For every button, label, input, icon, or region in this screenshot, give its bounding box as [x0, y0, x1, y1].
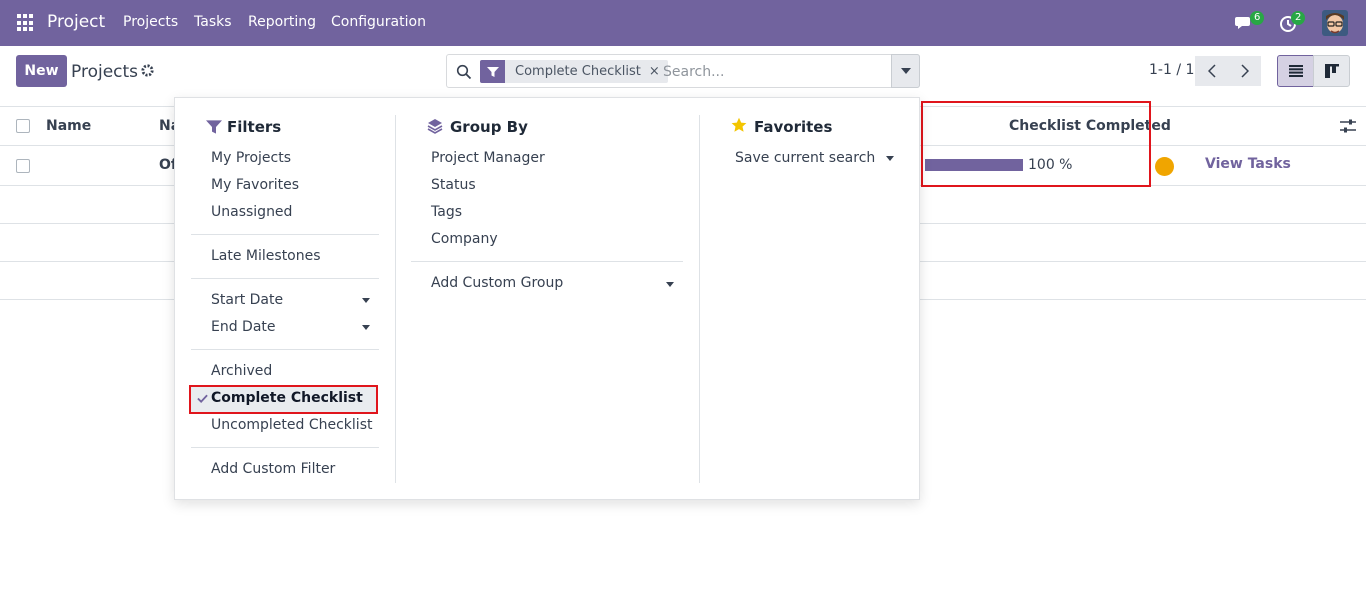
app-brand[interactable]: Project	[47, 12, 105, 32]
add-custom-group[interactable]: Add Custom Group	[431, 275, 563, 291]
activity-badge: 2	[1291, 11, 1306, 25]
filter-late-milestones[interactable]: Late Milestones	[211, 248, 321, 264]
filter-icon	[206, 120, 222, 134]
kanban-view-icon	[1324, 64, 1339, 78]
caret-down-icon[interactable]	[362, 325, 370, 330]
menu-tasks[interactable]: Tasks	[194, 14, 232, 30]
favorites-title: Favorites	[754, 118, 833, 136]
list-view-button[interactable]	[1277, 55, 1314, 87]
search-input[interactable]	[663, 62, 883, 82]
apps-menu-icon[interactable]	[17, 14, 35, 32]
filter-start-date[interactable]: Start Date	[211, 292, 283, 308]
filter-end-date[interactable]: End Date	[211, 319, 276, 335]
filter-my-favorites[interactable]: My Favorites	[211, 177, 299, 193]
filters-title: Filters	[227, 118, 282, 136]
divider	[191, 234, 379, 235]
column-divider	[395, 115, 396, 483]
menu-configuration[interactable]: Configuration	[331, 14, 426, 30]
search-icon	[456, 64, 472, 80]
status-indicator[interactable]	[1155, 157, 1174, 176]
list-view-icon	[1288, 65, 1303, 77]
messages-badge: 6	[1250, 11, 1265, 25]
kanban-view-button[interactable]	[1313, 55, 1350, 87]
group-company[interactable]: Company	[431, 231, 498, 247]
pager-next-button[interactable]	[1228, 56, 1261, 86]
search-options-dropdown: Filters My Projects My Favorites Unassig…	[174, 97, 920, 500]
caret-down-icon[interactable]	[886, 156, 894, 161]
page-title: Projects	[71, 62, 139, 82]
facet-label: Complete Checklist	[515, 64, 641, 79]
optional-columns-icon[interactable]	[1340, 118, 1356, 134]
search-options-toggle[interactable]	[891, 54, 920, 88]
divider	[411, 261, 683, 262]
search-facet: Complete Checklist ×	[480, 60, 668, 83]
pager-previous-button[interactable]	[1195, 56, 1228, 86]
new-button[interactable]: New	[16, 55, 67, 87]
user-avatar[interactable]	[1322, 10, 1348, 36]
caret-down-icon[interactable]	[666, 282, 674, 287]
filter-uncompleted-checklist[interactable]: Uncompleted Checklist	[211, 417, 372, 433]
column-name[interactable]: Name	[46, 118, 91, 134]
selected-filter-highlight	[189, 385, 378, 414]
menu-projects[interactable]: Projects	[123, 14, 178, 30]
top-navbar: Project Projects Tasks Reporting Configu…	[0, 0, 1366, 46]
caret-down-icon	[900, 68, 911, 74]
column-divider	[699, 115, 700, 483]
filter-my-projects[interactable]: My Projects	[211, 150, 291, 166]
chevron-left-icon	[1207, 64, 1216, 78]
divider	[191, 447, 379, 448]
search-bar: Complete Checklist ×	[446, 54, 920, 88]
group-status[interactable]: Status	[431, 177, 476, 193]
star-icon	[731, 117, 747, 132]
menu-reporting[interactable]: Reporting	[248, 14, 316, 30]
group-tags[interactable]: Tags	[431, 204, 462, 220]
divider	[191, 349, 379, 350]
view-tasks-button[interactable]: View Tasks	[1205, 156, 1291, 172]
checklist-column-highlight	[921, 101, 1151, 187]
group-project-manager[interactable]: Project Manager	[431, 150, 545, 166]
add-custom-filter[interactable]: Add Custom Filter	[211, 461, 335, 477]
gear-icon[interactable]	[140, 63, 155, 78]
filter-icon	[480, 60, 505, 83]
caret-down-icon[interactable]	[362, 298, 370, 303]
group-by-title: Group By	[450, 118, 528, 136]
layers-icon	[427, 119, 443, 134]
row-checkbox[interactable]	[16, 159, 30, 173]
select-all-checkbox[interactable]	[16, 119, 30, 133]
chevron-right-icon	[1240, 64, 1249, 78]
save-current-search[interactable]: Save current search	[735, 150, 875, 166]
pager-value[interactable]: 1-1 / 1	[1149, 62, 1194, 78]
divider	[191, 278, 379, 279]
filter-archived[interactable]: Archived	[211, 363, 272, 379]
filter-unassigned[interactable]: Unassigned	[211, 204, 292, 220]
